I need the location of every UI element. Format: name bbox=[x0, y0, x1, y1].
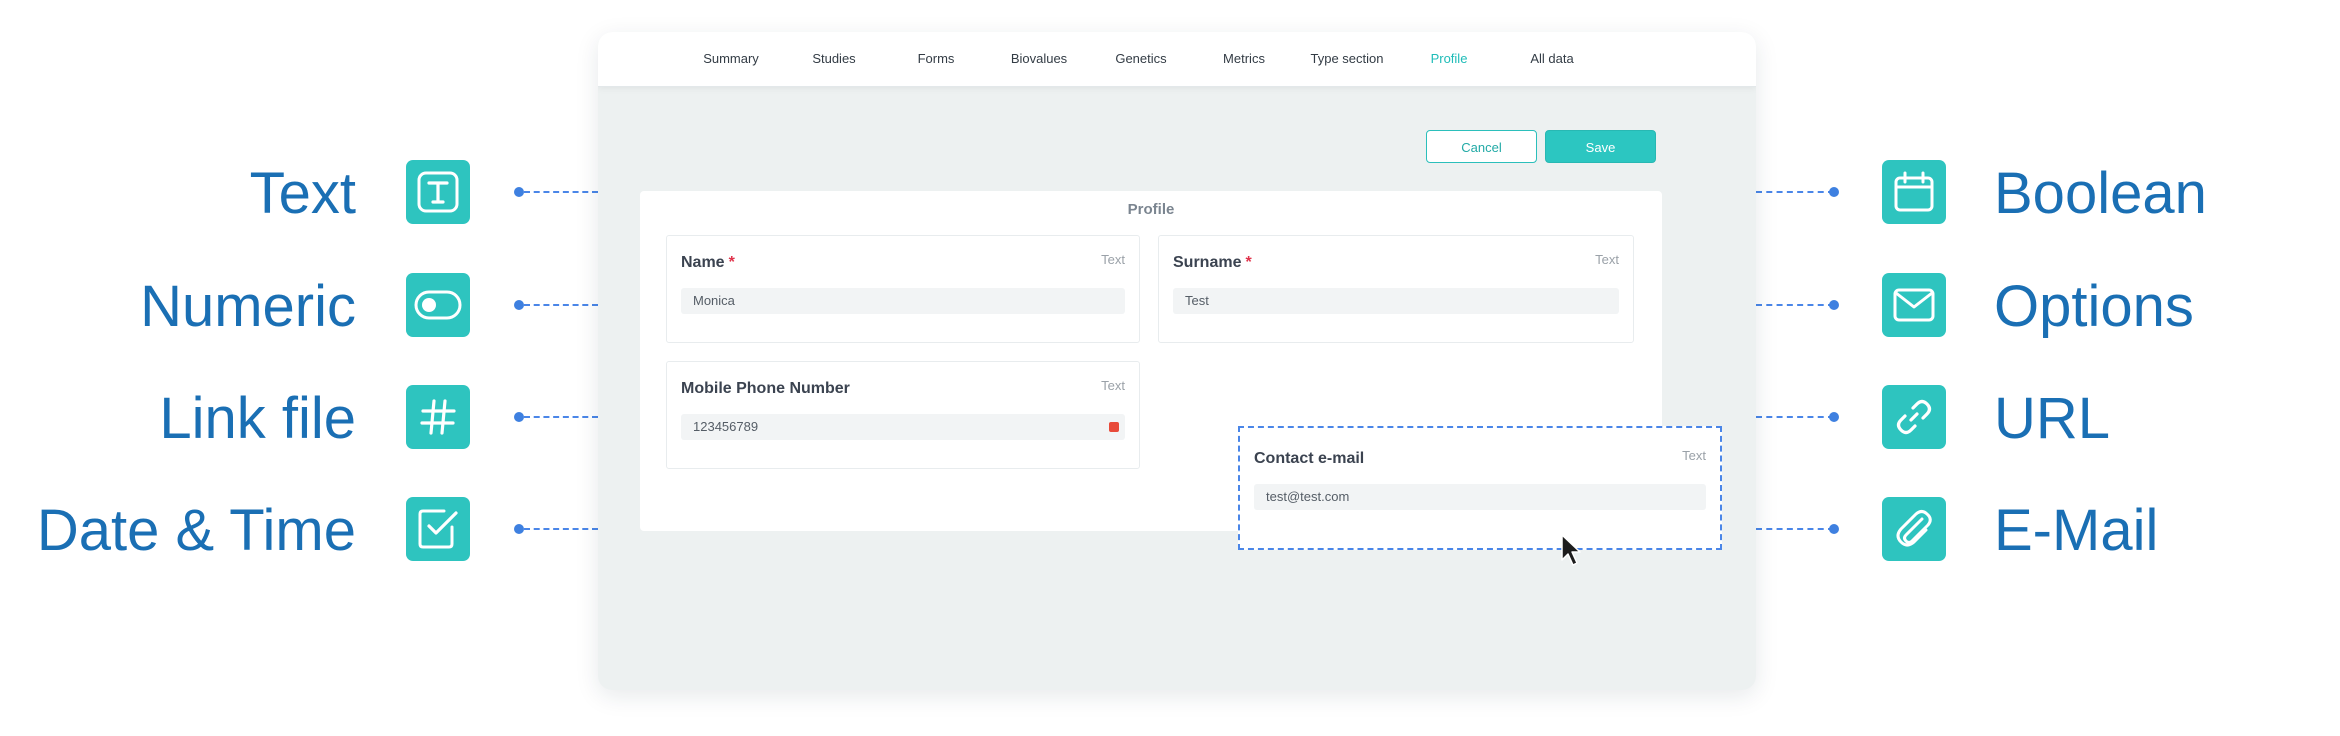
field-type: Text bbox=[1595, 252, 1619, 267]
field-label: Mobile Phone Number bbox=[681, 380, 850, 397]
link-icon bbox=[1882, 385, 1946, 449]
legend-label-boolean: Boolean bbox=[1994, 161, 2207, 226]
connector-line bbox=[524, 528, 598, 530]
connector-line bbox=[1756, 304, 1834, 306]
field-mobile-phone: Mobile Phone Number Text 123456789 bbox=[666, 361, 1140, 469]
connector-dot bbox=[1829, 300, 1839, 310]
mail-icon bbox=[1882, 273, 1946, 337]
tab-summary[interactable]: Summary bbox=[703, 32, 759, 86]
checkbox-icon bbox=[406, 497, 470, 561]
panel-title: Profile bbox=[1127, 201, 1175, 218]
error-icon bbox=[1109, 422, 1119, 432]
legend-label-numeric: Numeric bbox=[140, 274, 356, 339]
connector-line bbox=[1756, 416, 1834, 418]
required-marker: * bbox=[1245, 254, 1252, 271]
tab-genetics[interactable]: Genetics bbox=[1115, 32, 1166, 86]
mobile-phone-input[interactable]: 123456789 bbox=[681, 414, 1125, 440]
dragged-field-contact-email[interactable]: Contact e-mail Text test@test.com bbox=[1238, 426, 1722, 550]
connector-dot bbox=[514, 412, 524, 422]
field-label: Surname * bbox=[1173, 254, 1252, 271]
toggle-icon bbox=[406, 273, 470, 337]
paperclip-icon bbox=[1882, 497, 1946, 561]
tab-biovalues[interactable]: Biovalues bbox=[1011, 32, 1067, 86]
connector-dot bbox=[514, 187, 524, 197]
field-label: Contact e-mail bbox=[1254, 450, 1365, 467]
calendar-icon bbox=[1882, 160, 1946, 224]
text-icon bbox=[406, 160, 470, 224]
save-button[interactable]: Save bbox=[1545, 130, 1656, 163]
app-window: Summary Studies Forms Biovalues Genetics… bbox=[598, 32, 1756, 690]
legend-label-link-file: Link file bbox=[159, 386, 356, 451]
legend-label-options: Options bbox=[1994, 274, 2194, 339]
legend-label-date-time: Date & Time bbox=[36, 498, 356, 563]
surname-input[interactable]: Test bbox=[1173, 288, 1619, 314]
tab-studies[interactable]: Studies bbox=[812, 32, 855, 86]
top-navigation: Summary Studies Forms Biovalues Genetics… bbox=[598, 32, 1756, 87]
connector-dot bbox=[514, 524, 524, 534]
connector-dot bbox=[1829, 412, 1839, 422]
field-name: Name * Text Monica bbox=[666, 235, 1140, 343]
connector-line bbox=[524, 416, 598, 418]
cancel-button[interactable]: Cancel bbox=[1426, 130, 1537, 163]
tab-metrics[interactable]: Metrics bbox=[1223, 32, 1265, 86]
connector-line bbox=[524, 304, 598, 306]
field-type: Text bbox=[1682, 448, 1706, 463]
hash-icon bbox=[406, 385, 470, 449]
tab-profile[interactable]: Profile bbox=[1431, 32, 1468, 86]
mouse-cursor-icon bbox=[1561, 534, 1581, 566]
connector-line bbox=[1756, 191, 1834, 193]
connector-line bbox=[524, 191, 598, 193]
legend-label-url: URL bbox=[1994, 386, 2111, 451]
required-marker: * bbox=[728, 254, 735, 271]
legend-label-email: E-Mail bbox=[1994, 498, 2159, 563]
name-input[interactable]: Monica bbox=[681, 288, 1125, 314]
field-type: Text bbox=[1101, 252, 1125, 267]
tab-type-section[interactable]: Type section bbox=[1311, 32, 1384, 86]
tab-forms[interactable]: Forms bbox=[918, 32, 955, 86]
field-label: Name * bbox=[681, 254, 735, 271]
connector-dot bbox=[1829, 524, 1839, 534]
tab-all-data[interactable]: All data bbox=[1530, 32, 1573, 86]
connector-dot bbox=[1829, 187, 1839, 197]
connector-line bbox=[1756, 528, 1834, 530]
field-type: Text bbox=[1101, 378, 1125, 393]
connector-dot bbox=[514, 300, 524, 310]
field-surname: Surname * Text Test bbox=[1158, 235, 1634, 343]
legend-label-text: Text bbox=[249, 161, 356, 226]
contact-email-input[interactable]: test@test.com bbox=[1254, 484, 1706, 510]
